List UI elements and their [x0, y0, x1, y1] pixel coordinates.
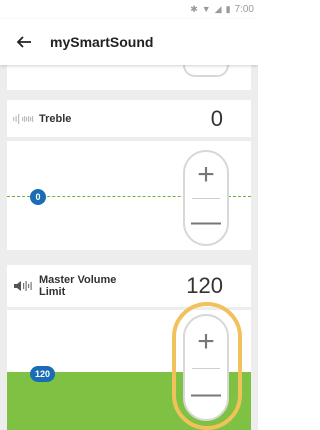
master-volume-label-line2: Limit — [39, 286, 66, 298]
treble-increase-button[interactable]: + — [185, 152, 227, 198]
treble-header: Treble 0 — [7, 100, 251, 137]
bluetooth-icon: ✱ — [190, 4, 198, 14]
master-volume-label-line1: Master Volume — [39, 274, 117, 286]
master-volume-limit-header: Master Volume Limit 120 — [7, 265, 251, 307]
treble-wave-icon — [13, 113, 39, 124]
master-volume-limit-label: Master Volume Limit — [39, 274, 116, 298]
treble-decrease-button[interactable]: — — [185, 199, 227, 244]
treble-value: 0 — [210, 105, 223, 131]
screen: ✱ ▼ ◢ ▮ 7:00 mySmartSound Treble 0 0 + —… — [0, 0, 258, 430]
status-bar: ✱ ▼ ◢ ▮ 7:00 — [0, 0, 258, 19]
highlight-ring — [172, 302, 242, 430]
arrow-back-icon — [16, 36, 31, 48]
app-bar: mySmartSound — [0, 19, 258, 65]
page-title: mySmartSound — [50, 34, 154, 50]
treble-stepper: + — — [183, 150, 229, 246]
treble-label: Treble — [39, 112, 72, 125]
volume-limit-icon — [13, 280, 39, 292]
status-time: 7:00 — [234, 4, 254, 15]
treble-level-indicator: 0 — [30, 189, 46, 205]
control-list: Treble 0 0 + — Master Volume Limit 120 1… — [0, 65, 258, 430]
back-button[interactable] — [4, 22, 44, 62]
master-volume-level-indicator: 120 — [30, 366, 56, 382]
master-volume-limit-value: 120 — [186, 273, 223, 298]
previous-stepper[interactable] — [183, 65, 229, 77]
signal-icon: ◢ — [214, 4, 222, 14]
wifi-icon: ▼ — [201, 4, 211, 14]
battery-icon: ▮ — [225, 4, 231, 14]
